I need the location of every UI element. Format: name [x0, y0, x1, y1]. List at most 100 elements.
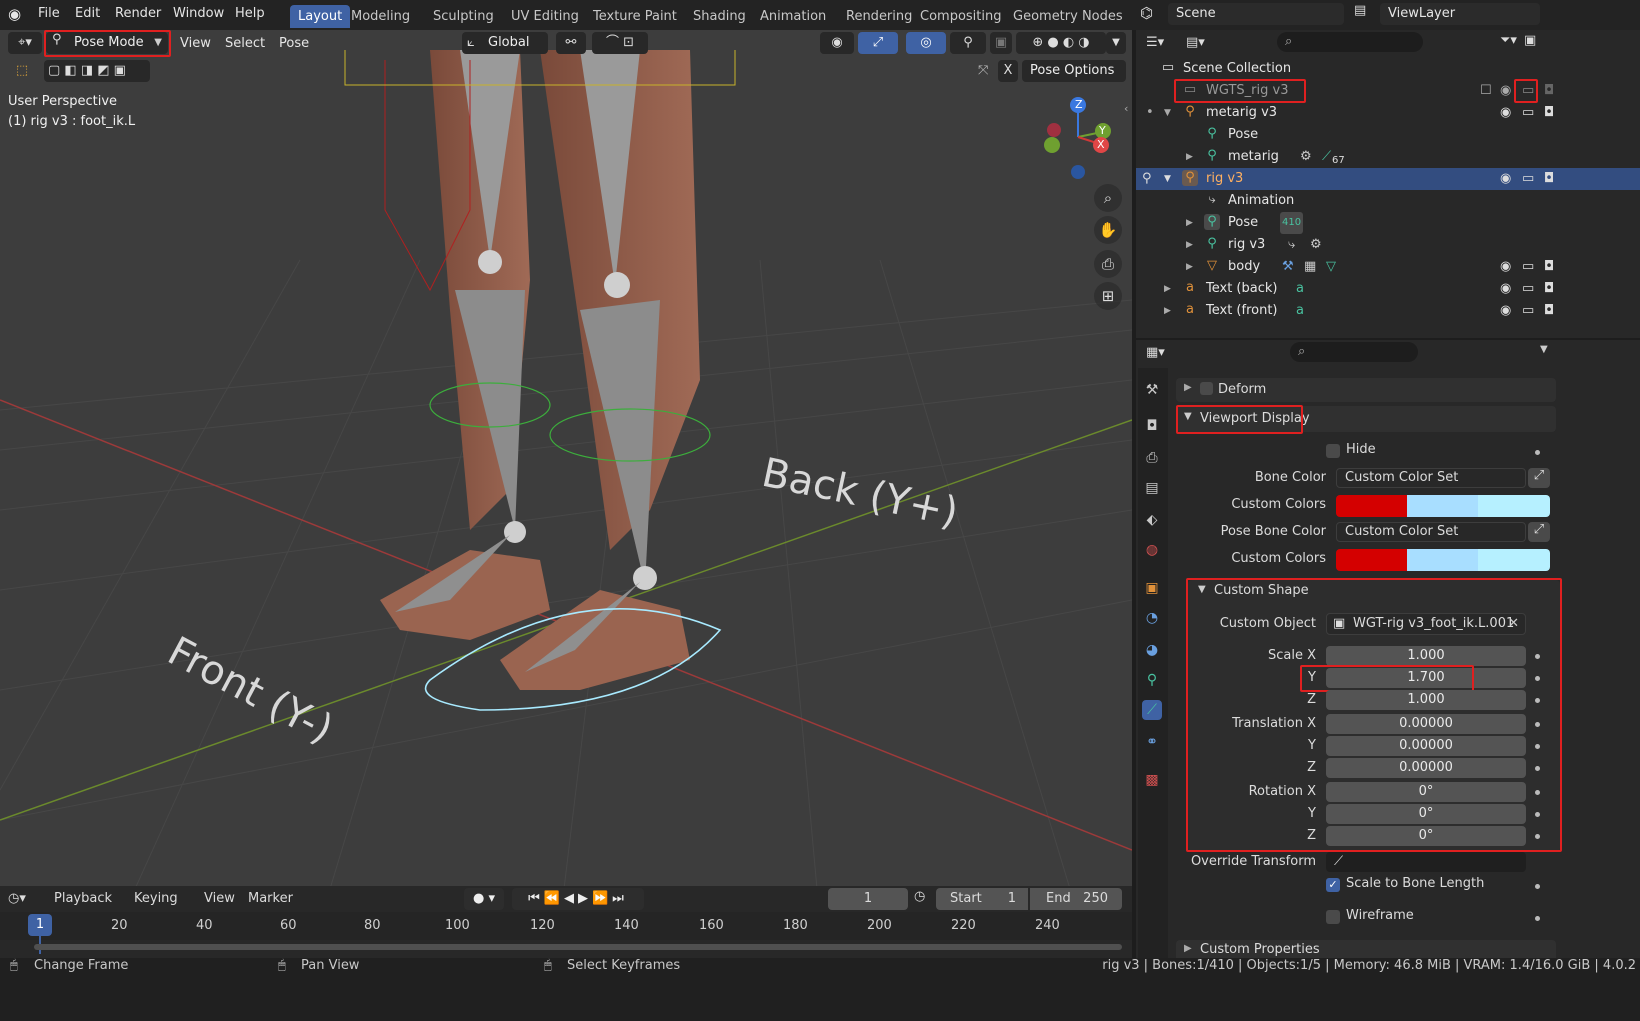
- custom-shape-header[interactable]: Custom Shape: [1214, 583, 1309, 598]
- auto-keying-record-icon[interactable]: ● ▾: [464, 888, 504, 910]
- modifiers-tab-icon[interactable]: ◔: [1142, 608, 1162, 628]
- zoom-icon[interactable]: ⌕: [1094, 184, 1122, 212]
- selection-mode-icons[interactable]: ▢ ◧ ◨ ◩ ▣: [44, 60, 150, 82]
- outliner-row-metarig[interactable]: ▶ ⚲ metarig ⚙ ⟋ 67: [1136, 146, 1640, 168]
- menu-window[interactable]: Window: [173, 6, 224, 21]
- editor-type-icon[interactable]: ⌖▾: [8, 32, 42, 54]
- keyframe-dot-icon[interactable]: [1535, 698, 1540, 703]
- translation-x-field[interactable]: 0.00000: [1326, 714, 1526, 734]
- scene-text-front[interactable]: Front (Y-): [160, 628, 340, 753]
- monitor-icon[interactable]: ▭: [1522, 278, 1534, 300]
- scene-tab-icon[interactable]: ⬖: [1142, 510, 1162, 530]
- menu-select[interactable]: Select: [225, 33, 265, 55]
- eye-icon[interactable]: ◉: [1500, 278, 1511, 300]
- menu-view[interactable]: View: [180, 33, 211, 55]
- tab-texture-paint[interactable]: Texture Paint: [585, 5, 685, 28]
- marker-menu[interactable]: Marker: [248, 889, 293, 909]
- color-swatch-select[interactable]: [1407, 495, 1478, 517]
- tab-animation[interactable]: Animation: [752, 5, 834, 28]
- deform-checkbox[interactable]: [1200, 382, 1213, 395]
- texture-tab-icon[interactable]: ▩: [1142, 770, 1162, 790]
- end-frame-field[interactable]: End 250: [1030, 888, 1122, 910]
- keyframe-dot-icon[interactable]: [1535, 722, 1540, 727]
- camera-icon[interactable]: ⎙: [1094, 250, 1122, 278]
- keyframe-dot-icon[interactable]: [1535, 812, 1540, 817]
- output-tab-icon[interactable]: ⎙: [1142, 448, 1162, 468]
- outliner-editor-icon[interactable]: ☰▾: [1146, 32, 1182, 54]
- color-swatch-normal[interactable]: [1336, 495, 1407, 517]
- wireframe-checkbox[interactable]: [1326, 910, 1340, 924]
- visibility-icon[interactable]: ◉: [820, 32, 854, 54]
- eye-icon[interactable]: ◉: [1500, 300, 1511, 322]
- bone-joint-ankle-r[interactable]: [633, 566, 657, 590]
- custom-object-field[interactable]: ▣ WGT-rig v3_foot_ik.L.001 ✕: [1326, 613, 1526, 635]
- translation-z-field[interactable]: 0.00000: [1326, 758, 1526, 778]
- keyframe-dot-icon[interactable]: [1535, 834, 1540, 839]
- expand-arrow-icon[interactable]: ▶: [1186, 146, 1193, 168]
- keyframe-dot-icon[interactable]: [1535, 450, 1540, 455]
- camera-render-icon[interactable]: ◘: [1544, 168, 1554, 190]
- armature-data-tab-icon[interactable]: ⚲: [1142, 670, 1162, 690]
- bone-overlay-icon[interactable]: ⚲: [950, 32, 986, 54]
- tab-shading[interactable]: Shading: [685, 5, 754, 28]
- exclude-checkbox[interactable]: ☐: [1480, 80, 1492, 102]
- keyframe-dot-icon[interactable]: [1535, 766, 1540, 771]
- bone-joint-ankle-l[interactable]: [504, 521, 526, 543]
- bone-joint-knee-l[interactable]: [478, 250, 502, 274]
- view-layer-tab-icon[interactable]: ▤: [1142, 478, 1162, 498]
- eye-icon[interactable]: ◉: [1500, 168, 1511, 190]
- pose-color-link-icon[interactable]: ⤢: [1528, 522, 1550, 542]
- keyframe-dot-icon[interactable]: [1535, 916, 1540, 921]
- tab-uv-editing[interactable]: UV Editing: [503, 5, 587, 28]
- shading-chevron-icon[interactable]: ▼: [1106, 32, 1126, 54]
- keyframe-dot-icon[interactable]: [1535, 884, 1540, 889]
- object-tab-icon[interactable]: ▣: [1142, 578, 1162, 598]
- keyframe-dot-icon[interactable]: [1535, 676, 1540, 681]
- timeline-view-menu[interactable]: View: [204, 889, 235, 909]
- new-collection-icon[interactable]: ▣: [1524, 33, 1536, 48]
- color-link-icon[interactable]: ⤢: [1528, 468, 1550, 488]
- expand-arrow-icon[interactable]: ▶: [1186, 212, 1193, 234]
- color-swatch-normal[interactable]: [1336, 549, 1407, 571]
- menu-help[interactable]: Help: [235, 6, 265, 21]
- bone-color-dropdown[interactable]: Custom Color Set: [1336, 468, 1526, 488]
- tab-rendering[interactable]: Rendering: [838, 5, 920, 28]
- scene-icon[interactable]: ⌬: [1140, 4, 1160, 26]
- pose-bone-color-dropdown[interactable]: Custom Color Set: [1336, 522, 1526, 542]
- bone-joint-knee-r[interactable]: [604, 272, 630, 298]
- properties-search-input[interactable]: ⌕: [1290, 342, 1418, 362]
- monitor-icon[interactable]: ▭: [1522, 300, 1534, 322]
- current-frame-field[interactable]: 1: [828, 888, 908, 910]
- monitor-icon[interactable]: ▭: [1522, 168, 1534, 190]
- outliner-row-pose[interactable]: ⚲ Pose: [1136, 124, 1640, 146]
- bone-tab-icon[interactable]: ⟋: [1142, 700, 1162, 720]
- hide-checkbox[interactable]: [1326, 444, 1340, 458]
- pose-custom-colors-swatches[interactable]: [1336, 549, 1550, 571]
- override-transform-field[interactable]: ⟋: [1326, 852, 1526, 872]
- menu-edit[interactable]: Edit: [75, 6, 100, 21]
- color-swatch-active[interactable]: [1478, 495, 1550, 517]
- timeline-scrollbar[interactable]: [34, 944, 1122, 950]
- scale-x-field[interactable]: 1.000: [1326, 646, 1526, 666]
- chevron-down-icon[interactable]: ▼: [1198, 584, 1206, 595]
- scale-to-bone-length-checkbox[interactable]: ✓: [1326, 878, 1340, 892]
- keying-menu[interactable]: Keying: [126, 889, 192, 909]
- outliner-search-input[interactable]: ⌕: [1277, 32, 1423, 52]
- 3d-viewport[interactable]: Back (Y+) Front (Y-) User Perspective (1…: [0, 30, 1132, 922]
- expand-arrow-icon[interactable]: ▼: [1164, 168, 1171, 190]
- scene-text-back[interactable]: Back (Y+): [758, 450, 962, 536]
- outliner-row-rig-v3-data[interactable]: ▶ ⚲ rig v3 ⤷ ⚙: [1136, 234, 1640, 256]
- color-swatch-select[interactable]: [1407, 549, 1478, 571]
- menu-file[interactable]: File: [38, 6, 60, 21]
- view-layer-icon[interactable]: ▤: [1354, 3, 1376, 25]
- view-layer-field[interactable]: ViewLayer: [1380, 3, 1540, 25]
- scale-z-field[interactable]: 1.000: [1326, 690, 1526, 710]
- outliner-row-animation[interactable]: ⤷ Animation: [1136, 190, 1640, 212]
- expand-arrow-icon[interactable]: ▶: [1164, 300, 1171, 322]
- hand-pan-icon[interactable]: ✋: [1094, 216, 1122, 244]
- rotation-z-field[interactable]: 0°: [1326, 826, 1526, 846]
- monitor-icon[interactable]: ▭: [1522, 102, 1534, 124]
- eye-icon[interactable]: ◉: [1500, 256, 1511, 278]
- expand-arrow-icon[interactable]: ▼: [1164, 102, 1171, 124]
- snap-icon[interactable]: ⌒ ⊡: [592, 32, 648, 54]
